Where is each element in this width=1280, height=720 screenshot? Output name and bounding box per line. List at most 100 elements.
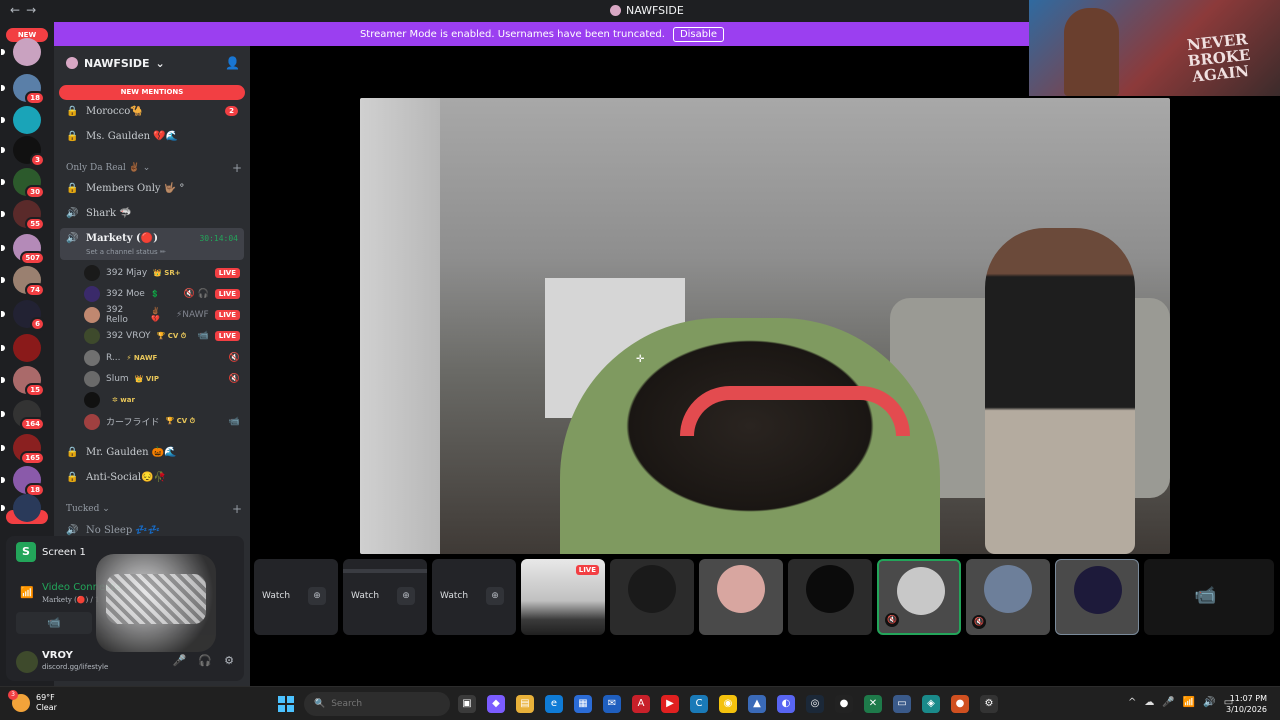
onedrive-icon[interactable]: ☁ <box>1144 697 1154 708</box>
back-button[interactable]: ← <box>10 3 26 17</box>
voice-user[interactable]: Slum 👑 VIP 🔇 <box>84 369 240 390</box>
taskbar-search[interactable]: 🔍 <box>304 692 450 716</box>
disable-button[interactable]: Disable <box>672 26 725 42</box>
photos-icon[interactable]: ▲ <box>748 695 766 713</box>
capcut-icon[interactable]: C <box>690 695 708 713</box>
voice-user[interactable]: 392 Moe 💲 🔇 🎧 LIVE <box>84 283 240 304</box>
steam-icon[interactable]: ◎ <box>806 695 824 713</box>
channel-members-only[interactable]: 🔒 Members Only 🤟🏽 ° <box>62 177 244 199</box>
participant-tile-7[interactable]: 🔇 <box>877 559 961 635</box>
watch-button[interactable]: Watch <box>262 591 290 601</box>
edge-icon[interactable]: e <box>545 695 563 713</box>
volume-icon[interactable]: 🔊 <box>1203 697 1215 708</box>
connection-signal-icon[interactable]: 📶 <box>20 586 34 599</box>
channel-ms-gaulden[interactable]: 🔒 Ms. Gaulden 💔🌊 <box>62 125 244 147</box>
microphone-icon[interactable]: 🎤 <box>173 654 187 667</box>
channel-name: No Sleep 💤💤 <box>86 524 161 536</box>
voice-user[interactable]: カーフライド 🏆 CV ⏱ 📹 <box>84 411 240 432</box>
settings-icon[interactable]: ⚙ <box>980 695 998 713</box>
participant-tile-10[interactable]: 📹 <box>1144 559 1274 635</box>
server-icon-4[interactable]: 30 <box>1 168 45 199</box>
avatar[interactable] <box>16 651 38 673</box>
channel-status[interactable]: Set a channel status ✏ <box>86 248 166 256</box>
voice-user[interactable]: 392 VROY 🏆 CV ⏱ 📹 LIVE <box>84 326 240 347</box>
wifi-icon[interactable]: 📶 <box>1183 697 1195 708</box>
zoom-icon[interactable]: ⊕ <box>308 587 327 605</box>
server-icon-6[interactable]: 507 <box>1 234 45 265</box>
server-icon-1[interactable]: 18 <box>1 74 45 105</box>
media-icon[interactable]: ▭ <box>893 695 911 713</box>
voice-user[interactable]: 392 Rello ✌🏾 💔 ⚡NAWF LIVE <box>84 305 240 326</box>
xbox-icon[interactable]: ✕ <box>864 695 882 713</box>
server-icon-8[interactable]: 6 <box>1 300 45 331</box>
server-icon-10[interactable]: 15 <box>1 366 45 397</box>
picture-in-picture-video[interactable]: NEVER BROKE AGAIN <box>1029 0 1280 96</box>
obs-icon[interactable]: ● <box>835 695 853 713</box>
add-channel-icon[interactable]: + <box>232 161 242 175</box>
store-icon[interactable]: ▦ <box>574 695 592 713</box>
chrome-icon[interactable]: ◉ <box>719 695 737 713</box>
zoom-icon[interactable]: ⊕ <box>397 587 416 605</box>
gear-icon[interactable]: ⚙ <box>224 654 234 667</box>
voice-user[interactable]: R... ⚡ NAWF 🔇 <box>84 347 240 368</box>
participant-tile-6[interactable] <box>788 559 872 635</box>
participant-tile-4[interactable] <box>610 559 694 635</box>
microphone-icon[interactable]: 🎤 <box>1162 697 1174 708</box>
channel-anti-social[interactable]: 🔒 Anti-Social😔🥀 <box>62 466 244 488</box>
server-icon-12[interactable]: 165 <box>1 434 45 465</box>
watch-button[interactable]: Watch <box>440 591 468 601</box>
voice-user[interactable]: 392 Mjay 👑 SR+ LIVE <box>84 262 240 283</box>
channel-mr-gaulden[interactable]: 🔒 Mr. Gaulden 🎃🌊 <box>62 441 244 463</box>
new-mentions-pill[interactable]: NEW MENTIONS <box>59 85 245 100</box>
server-header[interactable]: NAWFSIDE ⌄ 👤 <box>54 46 250 80</box>
camera-toggle-button[interactable]: 📹 <box>16 612 92 634</box>
avatar <box>84 349 100 366</box>
unread-indicator <box>1 147 5 153</box>
voice-user[interactable]: ✲ war <box>84 390 240 411</box>
participant-tile-3[interactable]: LIVE <box>521 559 605 635</box>
active-voice-channel[interactable]: 🔊 Markety (🔴) 30:14:04 Set a channel sta… <box>60 228 244 260</box>
headphones-icon[interactable]: 🎧 <box>198 654 212 667</box>
server-icon-9[interactable] <box>1 334 41 362</box>
participant-tile-9[interactable] <box>1055 559 1139 635</box>
taskbar-clock[interactable]: 11:07 PM 3/10/2026 <box>1226 693 1267 715</box>
invite-people-icon[interactable]: 👤 <box>225 56 240 70</box>
server-icon-0[interactable] <box>1 38 41 66</box>
participant-tile-0[interactable]: Watch ⊕ <box>254 559 338 635</box>
channel-morocco[interactable]: 🔒 Morocco🐪 2 <box>62 100 244 122</box>
nav-arrows[interactable]: ←→ <box>10 3 42 17</box>
weather-widget[interactable]: 3 69°F Clear <box>8 690 57 713</box>
participant-tile-1[interactable]: Watch ⊕ <box>343 559 427 635</box>
server-icon-11[interactable]: 164 <box>1 400 45 431</box>
server-icon-3[interactable]: 3 <box>1 136 45 167</box>
voice-channel-label[interactable]: Markety (🔴) / 1 <box>42 596 100 604</box>
main-stream-video[interactable]: ✛ <box>360 98 1170 554</box>
start-button[interactable] <box>278 696 294 712</box>
server-icon-14[interactable] <box>1 494 41 522</box>
add-channel-icon[interactable]: + <box>232 502 242 516</box>
youtube-icon[interactable]: ▶ <box>661 695 679 713</box>
participant-tile-2[interactable]: Watch ⊕ <box>432 559 516 635</box>
server-icon-13[interactable]: 18 <box>1 466 45 497</box>
search-input[interactable] <box>331 699 412 709</box>
server-icon-7[interactable]: 74 <box>1 266 45 297</box>
zoom-icon[interactable]: ⊕ <box>486 587 505 605</box>
category-only-da-real[interactable]: Only Da Real ✌🏾 ⌄ + <box>66 161 246 175</box>
chevron-up-icon[interactable]: ^ <box>1128 697 1136 708</box>
discord-icon[interactable]: ◐ <box>777 695 795 713</box>
server-icon-2[interactable] <box>1 106 41 134</box>
app-icon[interactable]: ◈ <box>922 695 940 713</box>
copilot-icon[interactable]: ◆ <box>487 695 505 713</box>
server-icon-5[interactable]: 55 <box>1 200 45 231</box>
basketball-icon[interactable]: ● <box>951 695 969 713</box>
participant-tile-8[interactable]: 🔇 <box>966 559 1050 635</box>
adobe-icon[interactable]: A <box>632 695 650 713</box>
forward-button[interactable]: → <box>26 3 42 17</box>
watch-button[interactable]: Watch <box>351 591 379 601</box>
task-view-icon[interactable]: ▣ <box>458 695 476 713</box>
outlook-icon[interactable]: ✉ <box>603 695 621 713</box>
channel-shark[interactable]: 🔊 Shark 🦈 <box>62 202 244 224</box>
category-tucked[interactable]: Tucked ⌄ + <box>66 502 246 516</box>
participant-tile-5[interactable] <box>699 559 783 635</box>
file-explorer-icon[interactable]: ▤ <box>516 695 534 713</box>
